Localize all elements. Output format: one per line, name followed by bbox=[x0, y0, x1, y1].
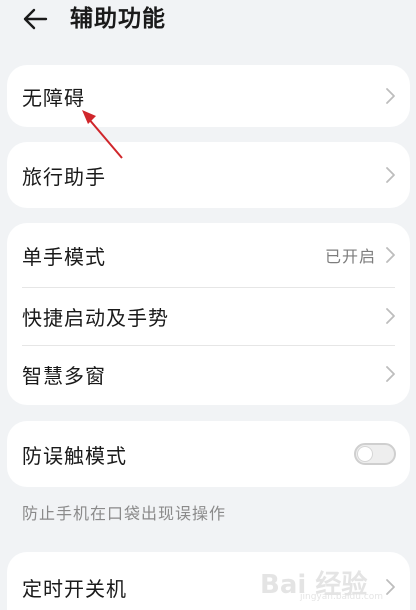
card-accessibility: 无障碍 bbox=[7, 65, 410, 127]
arrow-left-icon bbox=[23, 8, 48, 30]
row-label: 快捷启动及手势 bbox=[22, 305, 169, 330]
page-title: 辅助功能 bbox=[70, 6, 166, 32]
row-scheduled-power[interactable]: 定时开关机 bbox=[7, 552, 410, 610]
card-gestures: 单手模式 已开启 快捷启动及手势 智慧多窗 bbox=[7, 223, 410, 405]
chevron-right-icon bbox=[386, 579, 395, 595]
card-travel-assistant: 旅行助手 bbox=[7, 142, 410, 208]
back-button[interactable] bbox=[20, 4, 50, 34]
card-mistouch: 防误触模式 bbox=[7, 421, 410, 487]
chevron-right-icon bbox=[386, 308, 395, 324]
row-label: 防误触模式 bbox=[22, 443, 127, 468]
mistouch-toggle[interactable] bbox=[354, 443, 396, 465]
header: 辅助功能 bbox=[0, 0, 416, 44]
row-accessibility[interactable]: 无障碍 bbox=[7, 65, 410, 127]
status-value: 已开启 bbox=[324, 247, 376, 266]
mistouch-description: 防止手机在口袋出现误操作 bbox=[22, 504, 227, 523]
chevron-right-icon bbox=[386, 88, 395, 104]
row-mistouch-mode[interactable]: 防误触模式 bbox=[7, 421, 410, 487]
row-label: 旅行助手 bbox=[22, 164, 106, 189]
chevron-right-icon bbox=[386, 167, 395, 183]
row-quick-launch-gestures[interactable]: 快捷启动及手势 bbox=[7, 287, 410, 345]
chevron-right-icon bbox=[386, 247, 395, 263]
row-one-hand-mode[interactable]: 单手模式 已开启 bbox=[7, 223, 410, 287]
row-label: 无障碍 bbox=[22, 85, 85, 110]
row-label: 智慧多窗 bbox=[22, 363, 106, 388]
card-scheduled-power: 定时开关机 bbox=[7, 552, 410, 610]
row-label: 单手模式 bbox=[22, 244, 106, 269]
row-travel-assistant[interactable]: 旅行助手 bbox=[7, 142, 410, 208]
row-smart-multiwindow[interactable]: 智慧多窗 bbox=[7, 345, 410, 403]
row-label: 定时开关机 bbox=[22, 576, 127, 601]
accessibility-settings-page: 辅助功能 无障碍 旅行助手 单手模式 已开启 快捷启动及手势 智慧多窗 防误触模… bbox=[0, 0, 416, 610]
toggle-knob bbox=[358, 447, 372, 461]
chevron-right-icon bbox=[386, 366, 395, 382]
